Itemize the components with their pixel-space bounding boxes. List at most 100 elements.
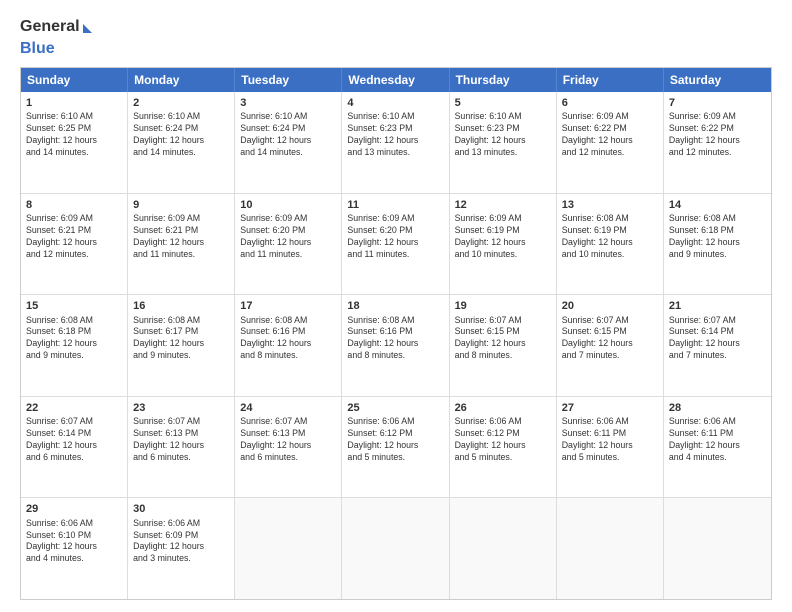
day-number: 30 <box>133 502 229 516</box>
day-cell-6: 6Sunrise: 6:09 AM Sunset: 6:22 PM Daylig… <box>557 92 664 193</box>
day-info: Sunrise: 6:10 AM Sunset: 6:25 PM Dayligh… <box>26 111 122 159</box>
day-cell-15: 15 Sunrise: 6:08 AM Sunset: 6:18 PM Dayli… <box>21 295 128 396</box>
day-number: 27 <box>562 401 658 415</box>
day-number: 13 <box>562 198 658 212</box>
day-cell-20: 20 Sunrise: 6:07 AM Sunset: 6:15 PM Dayli… <box>557 295 664 396</box>
day-number: 24 <box>240 401 336 415</box>
day-info: Sunrise: 6:09 AM Sunset: 6:19 PM Dayligh… <box>455 213 551 261</box>
day-header-wed: Wednesday <box>342 68 449 92</box>
day-info: Sunrise: 6:09 AM Sunset: 6:21 PM Dayligh… <box>26 213 122 261</box>
day-header-fri: Friday <box>557 68 664 92</box>
day-number: 8 <box>26 198 122 212</box>
day-info: Sunrise: 6:10 AM Sunset: 6:23 PM Dayligh… <box>347 111 443 159</box>
day-cell-21: 21 Sunrise: 6:07 AM Sunset: 6:14 PM Dayli… <box>664 295 771 396</box>
day-cell-empty <box>450 498 557 599</box>
calendar-row-2: 8Sunrise: 6:09 AM Sunset: 6:21 PM Daylig… <box>21 194 771 296</box>
day-cell-7: 7Sunrise: 6:09 AM Sunset: 6:22 PM Daylig… <box>664 92 771 193</box>
day-info: Sunrise: 6:08 AM Sunset: 6:19 PM Dayligh… <box>562 213 658 261</box>
day-header-sun: Sunday <box>21 68 128 92</box>
header: General Blue <box>20 18 772 57</box>
day-info: Sunrise: 6:07 AM Sunset: 6:13 PM Dayligh… <box>240 416 336 464</box>
day-header-tue: Tuesday <box>235 68 342 92</box>
day-number: 15 <box>26 299 122 313</box>
day-info: Sunrise: 6:08 AM Sunset: 6:17 PM Dayligh… <box>133 315 229 363</box>
calendar-row-5: 29 Sunrise: 6:06 AM Sunset: 6:10 PM Dayli… <box>21 498 771 599</box>
calendar: Sunday Monday Tuesday Wednesday Thursday… <box>20 67 772 600</box>
day-info: Sunrise: 6:07 AM Sunset: 6:14 PM Dayligh… <box>26 416 122 464</box>
calendar-body: 1Sunrise: 6:10 AM Sunset: 6:25 PM Daylig… <box>21 92 771 599</box>
day-info: Sunrise: 6:06 AM Sunset: 6:12 PM Dayligh… <box>455 416 551 464</box>
day-cell-empty <box>342 498 449 599</box>
day-number: 17 <box>240 299 336 313</box>
day-number: 7 <box>669 96 766 110</box>
day-cell-11: 11Sunrise: 6:09 AM Sunset: 6:20 PM Dayli… <box>342 194 449 295</box>
day-number: 11 <box>347 198 443 212</box>
calendar-row-4: 22Sunrise: 6:07 AM Sunset: 6:14 PM Dayli… <box>21 397 771 499</box>
day-header-mon: Monday <box>128 68 235 92</box>
calendar-row-1: 1Sunrise: 6:10 AM Sunset: 6:25 PM Daylig… <box>21 92 771 194</box>
day-number: 3 <box>240 96 336 110</box>
day-cell-8: 8Sunrise: 6:09 AM Sunset: 6:21 PM Daylig… <box>21 194 128 295</box>
day-number: 16 <box>133 299 229 313</box>
day-cell-16: 16 Sunrise: 6:08 AM Sunset: 6:17 PM Dayli… <box>128 295 235 396</box>
day-info: Sunrise: 6:06 AM Sunset: 6:11 PM Dayligh… <box>562 416 658 464</box>
day-cell-29: 29 Sunrise: 6:06 AM Sunset: 6:10 PM Dayli… <box>21 498 128 599</box>
day-info: Sunrise: 6:08 AM Sunset: 6:16 PM Dayligh… <box>347 315 443 363</box>
day-cell-26: 26Sunrise: 6:06 AM Sunset: 6:12 PM Dayli… <box>450 397 557 498</box>
day-info: Sunrise: 6:09 AM Sunset: 6:20 PM Dayligh… <box>240 213 336 261</box>
day-number: 4 <box>347 96 443 110</box>
day-number: 9 <box>133 198 229 212</box>
day-info: Sunrise: 6:09 AM Sunset: 6:22 PM Dayligh… <box>562 111 658 159</box>
logo-name: General <box>20 18 92 36</box>
day-number: 5 <box>455 96 551 110</box>
day-info: Sunrise: 6:07 AM Sunset: 6:14 PM Dayligh… <box>669 315 766 363</box>
day-cell-empty <box>664 498 771 599</box>
day-number: 20 <box>562 299 658 313</box>
day-cell-27: 27Sunrise: 6:06 AM Sunset: 6:11 PM Dayli… <box>557 397 664 498</box>
day-info: Sunrise: 6:08 AM Sunset: 6:18 PM Dayligh… <box>26 315 122 363</box>
logo-arrow-icon <box>83 24 92 33</box>
day-number: 26 <box>455 401 551 415</box>
calendar-header: Sunday Monday Tuesday Wednesday Thursday… <box>21 68 771 92</box>
day-info: Sunrise: 6:06 AM Sunset: 6:09 PM Dayligh… <box>133 518 229 566</box>
day-cell-18: 18Sunrise: 6:08 AM Sunset: 6:16 PM Dayli… <box>342 295 449 396</box>
day-cell-28: 28Sunrise: 6:06 AM Sunset: 6:11 PM Dayli… <box>664 397 771 498</box>
day-cell-14: 14Sunrise: 6:08 AM Sunset: 6:18 PM Dayli… <box>664 194 771 295</box>
day-header-sat: Saturday <box>664 68 771 92</box>
day-cell-1: 1Sunrise: 6:10 AM Sunset: 6:25 PM Daylig… <box>21 92 128 193</box>
day-info: Sunrise: 6:07 AM Sunset: 6:15 PM Dayligh… <box>455 315 551 363</box>
logo-blue-line: Blue <box>20 40 55 58</box>
logo-general: General <box>20 18 80 36</box>
day-cell-17: 17 Sunrise: 6:08 AM Sunset: 6:16 PM Dayli… <box>235 295 342 396</box>
day-info: Sunrise: 6:09 AM Sunset: 6:22 PM Dayligh… <box>669 111 766 159</box>
day-cell-5: 5Sunrise: 6:10 AM Sunset: 6:23 PM Daylig… <box>450 92 557 193</box>
day-cell-30: 30 Sunrise: 6:06 AM Sunset: 6:09 PM Dayli… <box>128 498 235 599</box>
day-info: Sunrise: 6:09 AM Sunset: 6:20 PM Dayligh… <box>347 213 443 261</box>
day-number: 25 <box>347 401 443 415</box>
day-info: Sunrise: 6:09 AM Sunset: 6:21 PM Dayligh… <box>133 213 229 261</box>
day-cell-13: 13Sunrise: 6:08 AM Sunset: 6:19 PM Dayli… <box>557 194 664 295</box>
day-number: 19 <box>455 299 551 313</box>
day-cell-22: 22Sunrise: 6:07 AM Sunset: 6:14 PM Dayli… <box>21 397 128 498</box>
day-info: Sunrise: 6:06 AM Sunset: 6:10 PM Dayligh… <box>26 518 122 566</box>
day-cell-3: 3Sunrise: 6:10 AM Sunset: 6:24 PM Daylig… <box>235 92 342 193</box>
day-number: 2 <box>133 96 229 110</box>
day-number: 21 <box>669 299 766 313</box>
day-number: 6 <box>562 96 658 110</box>
day-info: Sunrise: 6:06 AM Sunset: 6:12 PM Dayligh… <box>347 416 443 464</box>
day-cell-2: 2Sunrise: 6:10 AM Sunset: 6:24 PM Daylig… <box>128 92 235 193</box>
day-info: Sunrise: 6:10 AM Sunset: 6:24 PM Dayligh… <box>240 111 336 159</box>
day-header-thu: Thursday <box>450 68 557 92</box>
day-number: 29 <box>26 502 122 516</box>
day-info: Sunrise: 6:08 AM Sunset: 6:16 PM Dayligh… <box>240 315 336 363</box>
day-info: Sunrise: 6:07 AM Sunset: 6:15 PM Dayligh… <box>562 315 658 363</box>
day-info: Sunrise: 6:10 AM Sunset: 6:24 PM Dayligh… <box>133 111 229 159</box>
day-cell-empty <box>235 498 342 599</box>
day-cell-12: 12Sunrise: 6:09 AM Sunset: 6:19 PM Dayli… <box>450 194 557 295</box>
day-number: 22 <box>26 401 122 415</box>
calendar-row-3: 15 Sunrise: 6:08 AM Sunset: 6:18 PM Dayli… <box>21 295 771 397</box>
day-number: 10 <box>240 198 336 212</box>
page: General Blue Sunday Monday Tuesday Wedne… <box>0 0 792 612</box>
logo: General Blue <box>20 18 92 57</box>
day-cell-23: 23Sunrise: 6:07 AM Sunset: 6:13 PM Dayli… <box>128 397 235 498</box>
